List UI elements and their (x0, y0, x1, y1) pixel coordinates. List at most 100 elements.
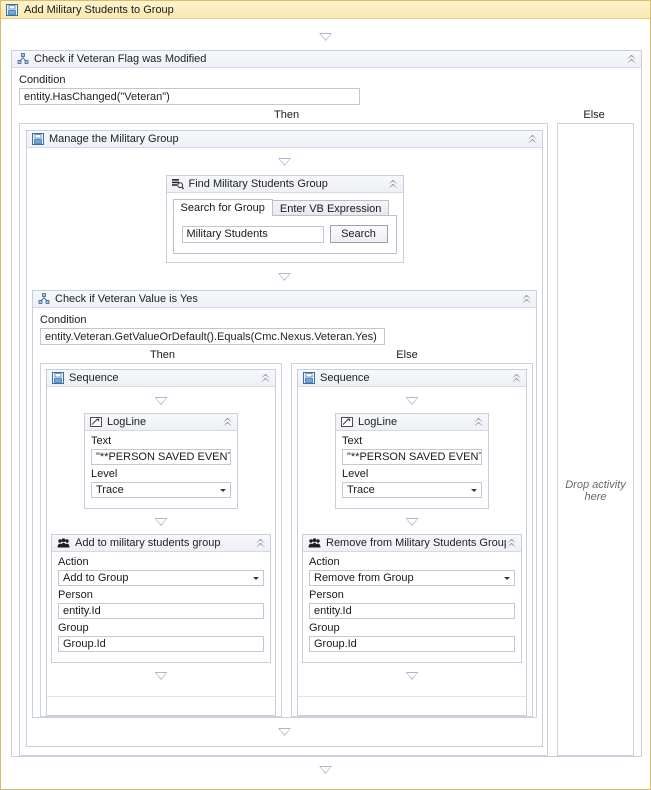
find-group-header[interactable]: Find Military Students Group (166, 176, 403, 193)
if-inner-body: Condition entity.Veteran.GetValueOrDefau… (33, 308, 536, 717)
logline-icon (341, 416, 353, 428)
connector-triangle[interactable] (406, 672, 419, 680)
connector-triangle[interactable] (406, 518, 419, 526)
group-label: Group (309, 622, 340, 634)
else-branch-inner[interactable]: Sequence LogLine Text "**PERSON SAVED EV… (291, 363, 533, 717)
else-label-inner: Else (396, 349, 418, 361)
sequence-then-body: LogLine Text "**PERSON SAVED EVEN Level … (47, 387, 275, 696)
collapse-chevron-icon[interactable] (521, 294, 532, 305)
person-input[interactable]: entity.Id (309, 603, 515, 619)
person-input[interactable]: entity.Id (58, 603, 264, 619)
branch-row-outer: Manage the Military Group Find Military … (19, 123, 634, 756)
sequence-else-header[interactable]: Sequence (298, 370, 526, 387)
logline-level-dropdown[interactable]: Trace (91, 482, 231, 498)
then-branch-inner[interactable]: Sequence LogLine Text "**PERSON SAVED EV… (40, 363, 282, 717)
root-activity-body: Check if Veteran Flag was Modified Condi… (1, 33, 650, 774)
find-group-title: Find Military Students Group (188, 178, 328, 190)
logline-level-label: Level (342, 468, 369, 480)
collapse-chevron-icon[interactable] (506, 538, 517, 549)
connector-triangle[interactable] (319, 766, 332, 774)
sequence-else-footer-dropzone[interactable] (298, 696, 526, 715)
person-label: Person (309, 589, 344, 601)
logline-text-input[interactable]: "**PERSON SAVED EVENT** - " & er (91, 449, 231, 465)
collapse-chevron-icon[interactable] (527, 134, 538, 145)
action-dropdown[interactable]: Remove from Group (309, 570, 515, 586)
logline-else-header[interactable]: LogLine (336, 414, 488, 431)
workflow-activity-icon (6, 3, 18, 16)
if-activity-veteran-flag-modified: Check if Veteran Flag was Modified Condi… (11, 50, 642, 757)
condition-expression-inner[interactable]: entity.Veteran.GetValueOrDefault().Equal… (40, 328, 385, 345)
logline-else-title: LogLine (358, 416, 398, 428)
connector-triangle[interactable] (406, 397, 419, 405)
logline-text-input[interactable]: "**PERSON SAVED EVENT** - " & er (342, 449, 482, 465)
logline-level-label: Level (91, 468, 118, 480)
collapse-chevron-icon[interactable] (255, 538, 266, 549)
group-input[interactable]: Group.Id (309, 636, 515, 652)
if-inner-header[interactable]: Check if Veteran Value is Yes (33, 291, 536, 308)
branch-row-inner: Sequence LogLine Text "**PERSON SAVED EV… (40, 363, 533, 717)
branch-labels-inner: Then Else (40, 349, 529, 361)
action-dropdown[interactable]: Add to Group (58, 570, 264, 586)
if-outer-title: Check if Veteran Flag was Modified (34, 53, 207, 65)
chevron-down-icon (253, 577, 259, 580)
find-group-body: Search for Group Enter VB Expression Mil… (167, 193, 403, 262)
sequence-icon (52, 372, 64, 384)
connector-triangle[interactable] (155, 518, 168, 526)
collapse-chevron-icon[interactable] (473, 417, 484, 428)
collapse-chevron-icon[interactable] (260, 373, 271, 384)
logline-then-title: LogLine (107, 416, 147, 428)
sequence-icon (303, 372, 315, 384)
logline-level-value: Trace (96, 484, 124, 496)
sequence-then: Sequence LogLine Text "**PERSON SAVED EV… (46, 369, 276, 716)
if-outer-body: Condition entity.HasChanged("Veteran") T… (12, 68, 641, 756)
remove-from-group-header[interactable]: Remove from Military Students Group (303, 535, 521, 552)
collapse-chevron-icon[interactable] (222, 417, 233, 428)
condition-expression-outer[interactable]: entity.HasChanged("Veteran") (19, 88, 360, 105)
if-outer-header[interactable]: Check if Veteran Flag was Modified (12, 51, 641, 68)
logline-then-header[interactable]: LogLine (85, 414, 237, 431)
sequence-else-title: Sequence (320, 372, 370, 384)
connector-triangle[interactable] (278, 273, 291, 281)
condition-label-inner: Condition (40, 314, 87, 326)
group-search-input[interactable]: Military Students (181, 225, 324, 243)
group-people-icon (57, 537, 70, 549)
if-activity-veteran-value-yes: Check if Veteran Value is Yes Condition … (32, 290, 537, 718)
connector-triangle[interactable] (319, 33, 332, 41)
if-decision-icon (38, 293, 50, 305)
connector-triangle[interactable] (155, 397, 168, 405)
logline-level-dropdown[interactable]: Trace (342, 482, 482, 498)
remove-from-group-title: Remove from Military Students Group (326, 537, 506, 549)
sequence-then-footer-dropzone[interactable] (47, 696, 275, 715)
connector-triangle[interactable] (155, 672, 168, 680)
logline-level-value: Trace (347, 484, 375, 496)
connector-triangle[interactable] (278, 158, 291, 166)
group-input[interactable]: Group.Id (58, 636, 264, 652)
action-value: Add to Group (63, 572, 129, 584)
group-people-icon (308, 537, 321, 549)
else-branch-outer-dropzone[interactable]: Drop activity here (557, 123, 634, 756)
action-label: Action (309, 556, 340, 568)
search-button[interactable]: Search (329, 225, 388, 243)
tab-search-for-group[interactable]: Search for Group (172, 199, 273, 216)
sequence-then-header[interactable]: Sequence (47, 370, 275, 387)
collapse-chevron-icon[interactable] (388, 179, 399, 190)
then-branch-outer[interactable]: Manage the Military Group Find Military … (19, 123, 548, 756)
connector-triangle[interactable] (278, 728, 291, 736)
collapse-chevron-icon[interactable] (511, 373, 522, 384)
logline-activity-else: LogLine Text "**PERSON SAVED EVEN Level … (335, 413, 489, 509)
root-activity-header[interactable]: Add Military Students to Group (1, 1, 650, 19)
logline-else-fields: Text "**PERSON SAVED EVENT** - " & er Le… (336, 431, 488, 508)
else-label-outer: Else (583, 109, 605, 121)
collapse-chevron-icon[interactable] (626, 54, 637, 65)
sequence-then-title: Sequence (69, 372, 119, 384)
sequence-outer-header[interactable]: Manage the Military Group (27, 131, 542, 148)
tab-enter-vb-expression[interactable]: Enter VB Expression (271, 200, 390, 216)
action-value: Remove from Group (314, 572, 414, 584)
add-to-group-title: Add to military students group (75, 537, 221, 549)
sequence-outer-title: Manage the Military Group (49, 133, 179, 145)
sequence-else-body: LogLine Text "**PERSON SAVED EVEN Level … (298, 387, 526, 696)
find-military-students-group-activity: Find Military Students Group Search for … (165, 175, 404, 263)
chevron-down-icon (504, 577, 510, 580)
then-label-inner: Then (149, 349, 176, 361)
add-to-group-header[interactable]: Add to military students group (52, 535, 270, 552)
